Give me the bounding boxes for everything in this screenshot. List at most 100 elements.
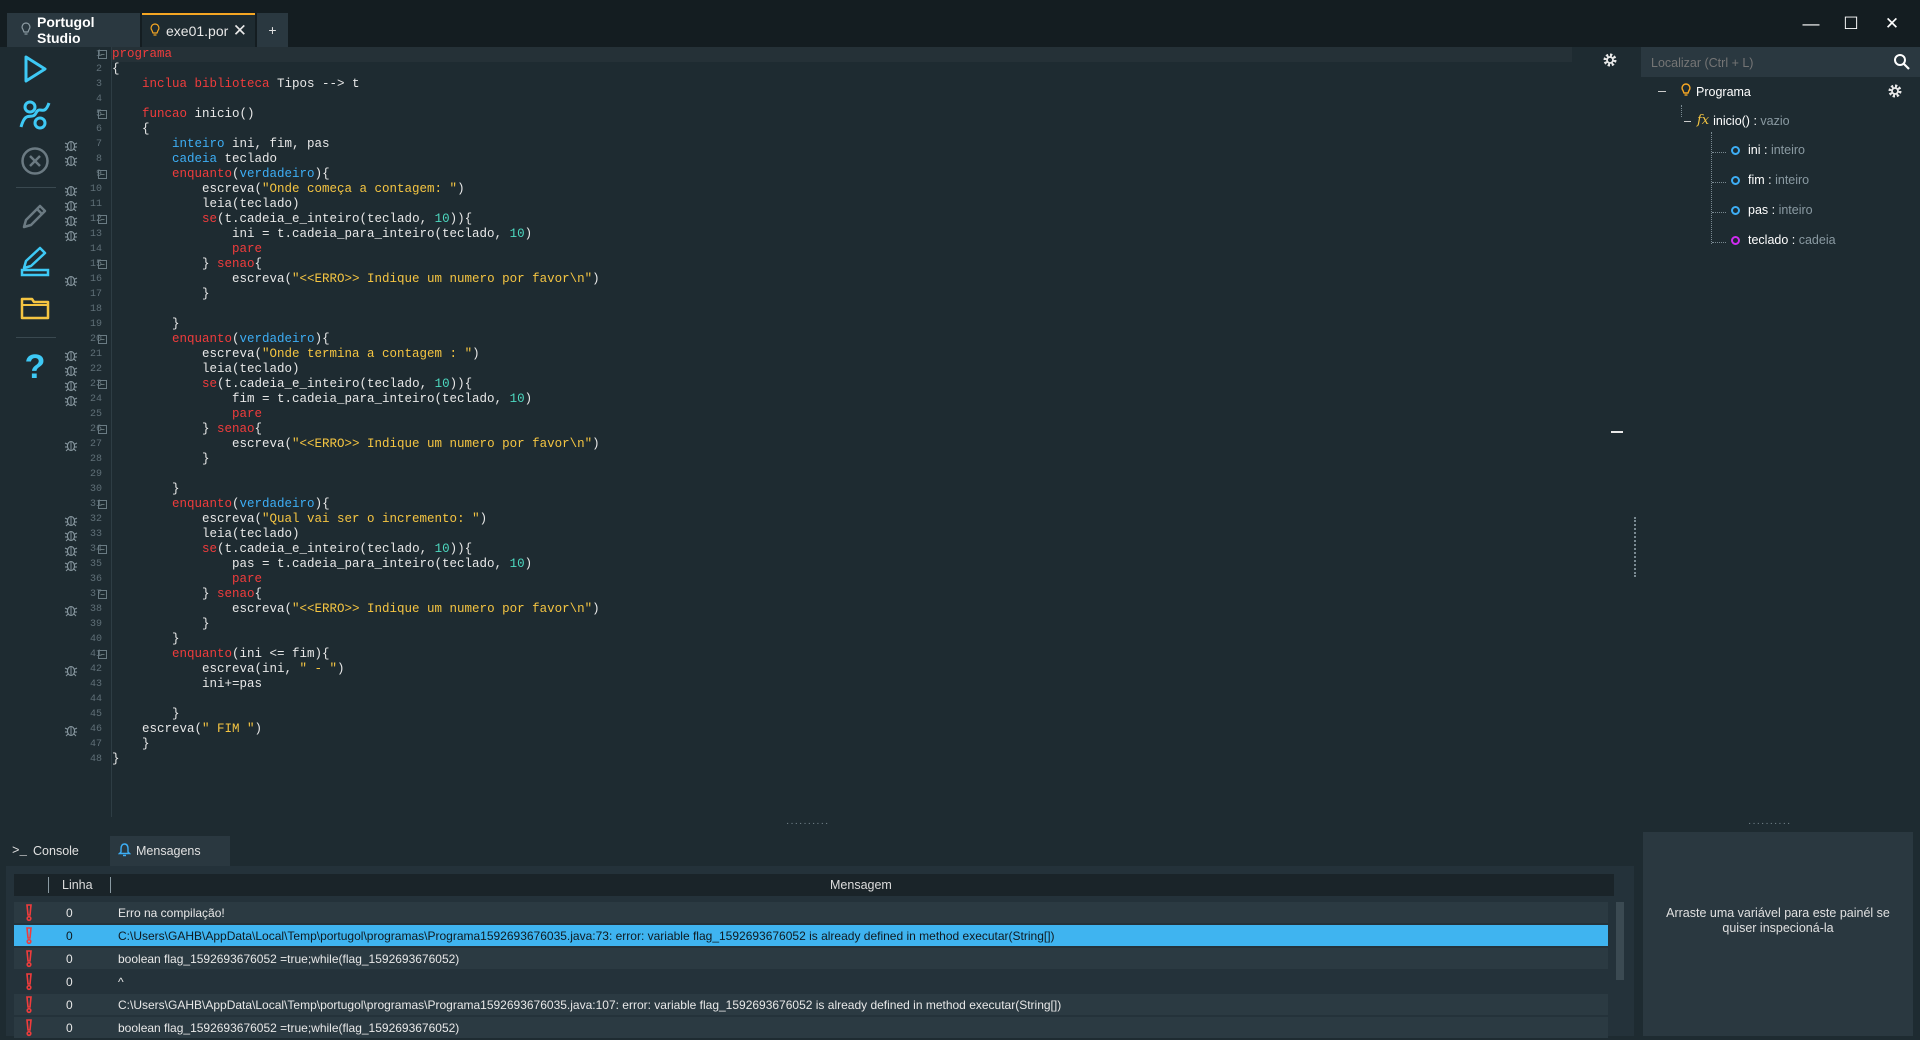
code-line[interactable]: funcao inicio()	[112, 107, 255, 122]
message-row[interactable]: 0 ^	[14, 971, 1608, 992]
fold-toggle-icon[interactable]: −	[98, 380, 107, 389]
breakpoint-bug-icon[interactable]	[64, 273, 78, 287]
message-row[interactable]: 0 Erro na compilação!	[14, 902, 1608, 923]
code-line[interactable]: escreva("Onde termina a contagem : ")	[112, 347, 480, 362]
breakpoint-bug-icon[interactable]	[64, 438, 78, 452]
code-line[interactable]: se(t.cadeia_e_inteiro(teclado, 10)){	[112, 377, 472, 392]
code-line[interactable]: {	[112, 122, 150, 137]
search-input[interactable]	[1649, 53, 1873, 73]
column-message-header[interactable]: Mensagem	[830, 878, 892, 892]
open-folder-button[interactable]	[15, 289, 55, 329]
editor-settings-button[interactable]	[1602, 52, 1618, 71]
message-row[interactable]: 0 C:\Users\GAHB\AppData\Local\Temp\portug…	[14, 925, 1608, 946]
code-line[interactable]: cadeia teclado	[112, 152, 277, 167]
code-line[interactable]: } senao{	[112, 422, 262, 437]
code-line[interactable]: enquanto(verdadeiro){	[112, 497, 330, 512]
collapse-icon[interactable]	[1658, 91, 1666, 92]
code-line[interactable]: pas = t.cadeia_para_inteiro(teclado, 10)	[112, 557, 532, 572]
code-line[interactable]: }	[112, 317, 180, 332]
code-line[interactable]: programa	[112, 47, 172, 62]
code-line[interactable]: }	[112, 617, 210, 632]
code-line[interactable]: pare	[112, 572, 262, 587]
message-row[interactable]: 0 boolean flag_1592693676052 =true;while(…	[14, 1017, 1608, 1038]
code-line[interactable]: leia(teclado)	[112, 527, 300, 542]
tab-console[interactable]: >_ Console	[12, 836, 102, 866]
fold-toggle-icon[interactable]: −	[98, 110, 107, 119]
fold-toggle-icon[interactable]: −	[98, 425, 107, 434]
code-line[interactable]: }	[112, 752, 120, 767]
search-box[interactable]	[1641, 47, 1920, 77]
code-line[interactable]: enquanto(ini <= fim){	[112, 647, 330, 662]
code-line[interactable]: se(t.cadeia_e_inteiro(teclado, 10)){	[112, 542, 472, 557]
code-line[interactable]: ini = t.cadeia_para_inteiro(teclado, 10)	[112, 227, 532, 242]
breakpoint-bug-icon[interactable]	[64, 558, 78, 572]
tab-messages[interactable]: Mensagens	[110, 836, 230, 866]
code-line[interactable]: enquanto(verdadeiro){	[112, 167, 330, 182]
fold-toggle-icon[interactable]: −	[98, 650, 107, 659]
save-button[interactable]	[15, 243, 55, 283]
code-line[interactable]: pare	[112, 242, 262, 257]
fold-toggle-icon[interactable]: −	[98, 50, 107, 59]
stop-button[interactable]	[15, 142, 55, 182]
breakpoint-bug-icon[interactable]	[64, 363, 78, 377]
tree-program[interactable]: Programa	[1681, 83, 1751, 100]
code-line[interactable]: escreva(ini, " - ")	[112, 662, 345, 677]
breakpoint-bug-icon[interactable]	[64, 603, 78, 617]
outline-settings-button[interactable]	[1887, 83, 1903, 102]
column-line-header[interactable]: Linha	[62, 878, 93, 892]
breakpoint-bug-icon[interactable]	[64, 228, 78, 242]
code-line[interactable]: }	[112, 632, 180, 647]
code-line[interactable]: } senao{	[112, 257, 262, 272]
code-area[interactable]: programa{ inclua biblioteca Tipos --> t …	[111, 47, 1642, 817]
code-line[interactable]: {	[112, 62, 120, 77]
code-line[interactable]: }	[112, 737, 150, 752]
breakpoint-bug-icon[interactable]	[64, 213, 78, 227]
minimize-button[interactable]: —	[1791, 10, 1831, 38]
code-line[interactable]: }	[112, 482, 180, 497]
breakpoint-bug-icon[interactable]	[64, 378, 78, 392]
close-tab-icon[interactable]: ✕	[233, 21, 247, 41]
code-line[interactable]: ini+=pas	[112, 677, 262, 692]
collapse-icon[interactable]	[1684, 121, 1691, 122]
tree-variable[interactable]: ini : inteiro	[1731, 143, 1805, 157]
code-line[interactable]: enquanto(verdadeiro){	[112, 332, 330, 347]
close-window-button[interactable]: ✕	[1872, 10, 1912, 38]
message-row[interactable]: 0 C:\Users\GAHB\AppData\Local\Temp\portug…	[14, 994, 1608, 1015]
code-line[interactable]: escreva("<<ERRO>> Indique um numero por …	[112, 272, 600, 287]
add-tab-button[interactable]: +	[257, 13, 288, 47]
tree-variable[interactable]: fim : inteiro	[1731, 173, 1809, 187]
message-row[interactable]: 0 boolean flag_1592693676052 =true;while(…	[14, 948, 1608, 969]
breakpoint-bug-icon[interactable]	[64, 393, 78, 407]
inspector-panel[interactable]: Arraste uma variável para este painél se…	[1643, 832, 1913, 1036]
breakpoint-bug-icon[interactable]	[64, 198, 78, 212]
code-line[interactable]: }	[112, 287, 210, 302]
tab-file[interactable]: exe01.por ✕	[142, 13, 255, 47]
maximize-button[interactable]: ☐	[1831, 10, 1871, 38]
code-line[interactable]: pare	[112, 407, 262, 422]
fold-toggle-icon[interactable]: −	[98, 170, 107, 179]
code-line[interactable]: escreva("Qual vai ser o incremento: ")	[112, 512, 487, 527]
tree-variable[interactable]: teclado : cadeia	[1731, 233, 1836, 247]
fold-toggle-icon[interactable]: −	[98, 335, 107, 344]
breakpoint-bug-icon[interactable]	[64, 348, 78, 362]
breakpoint-bug-icon[interactable]	[64, 138, 78, 152]
code-line[interactable]: inteiro ini, fim, pas	[112, 137, 330, 152]
search-icon[interactable]	[1893, 53, 1910, 73]
splitter-handle[interactable]: ··········	[1748, 818, 1791, 829]
code-line[interactable]: escreva("<<ERRO>> Indique um numero por …	[112, 602, 600, 617]
code-line[interactable]: escreva("<<ERRO>> Indique um numero por …	[112, 437, 600, 452]
tree-function[interactable]: fx inicio() : vazio	[1697, 113, 1790, 128]
breakpoint-bug-icon[interactable]	[64, 183, 78, 197]
code-line[interactable]: leia(teclado)	[112, 362, 300, 377]
splitter-handle[interactable]	[1634, 517, 1638, 577]
collapse-marker[interactable]	[1611, 431, 1623, 433]
run-button[interactable]	[15, 50, 55, 90]
messages-scrollbar[interactable]	[1616, 902, 1624, 980]
code-line[interactable]: } senao{	[112, 587, 262, 602]
tab-home[interactable]: Portugol Studio	[7, 13, 140, 47]
breakpoint-bug-icon[interactable]	[64, 153, 78, 167]
breakpoint-bug-icon[interactable]	[64, 663, 78, 677]
code-line[interactable]: escreva("Onde começa a contagem: ")	[112, 182, 465, 197]
code-editor[interactable]: 1−2 3 4 5−6 7 8 9−10 11 12−13 14 15−16 17 18 19 20−21 2…	[64, 47, 1641, 817]
help-button[interactable]: ?	[15, 347, 55, 387]
